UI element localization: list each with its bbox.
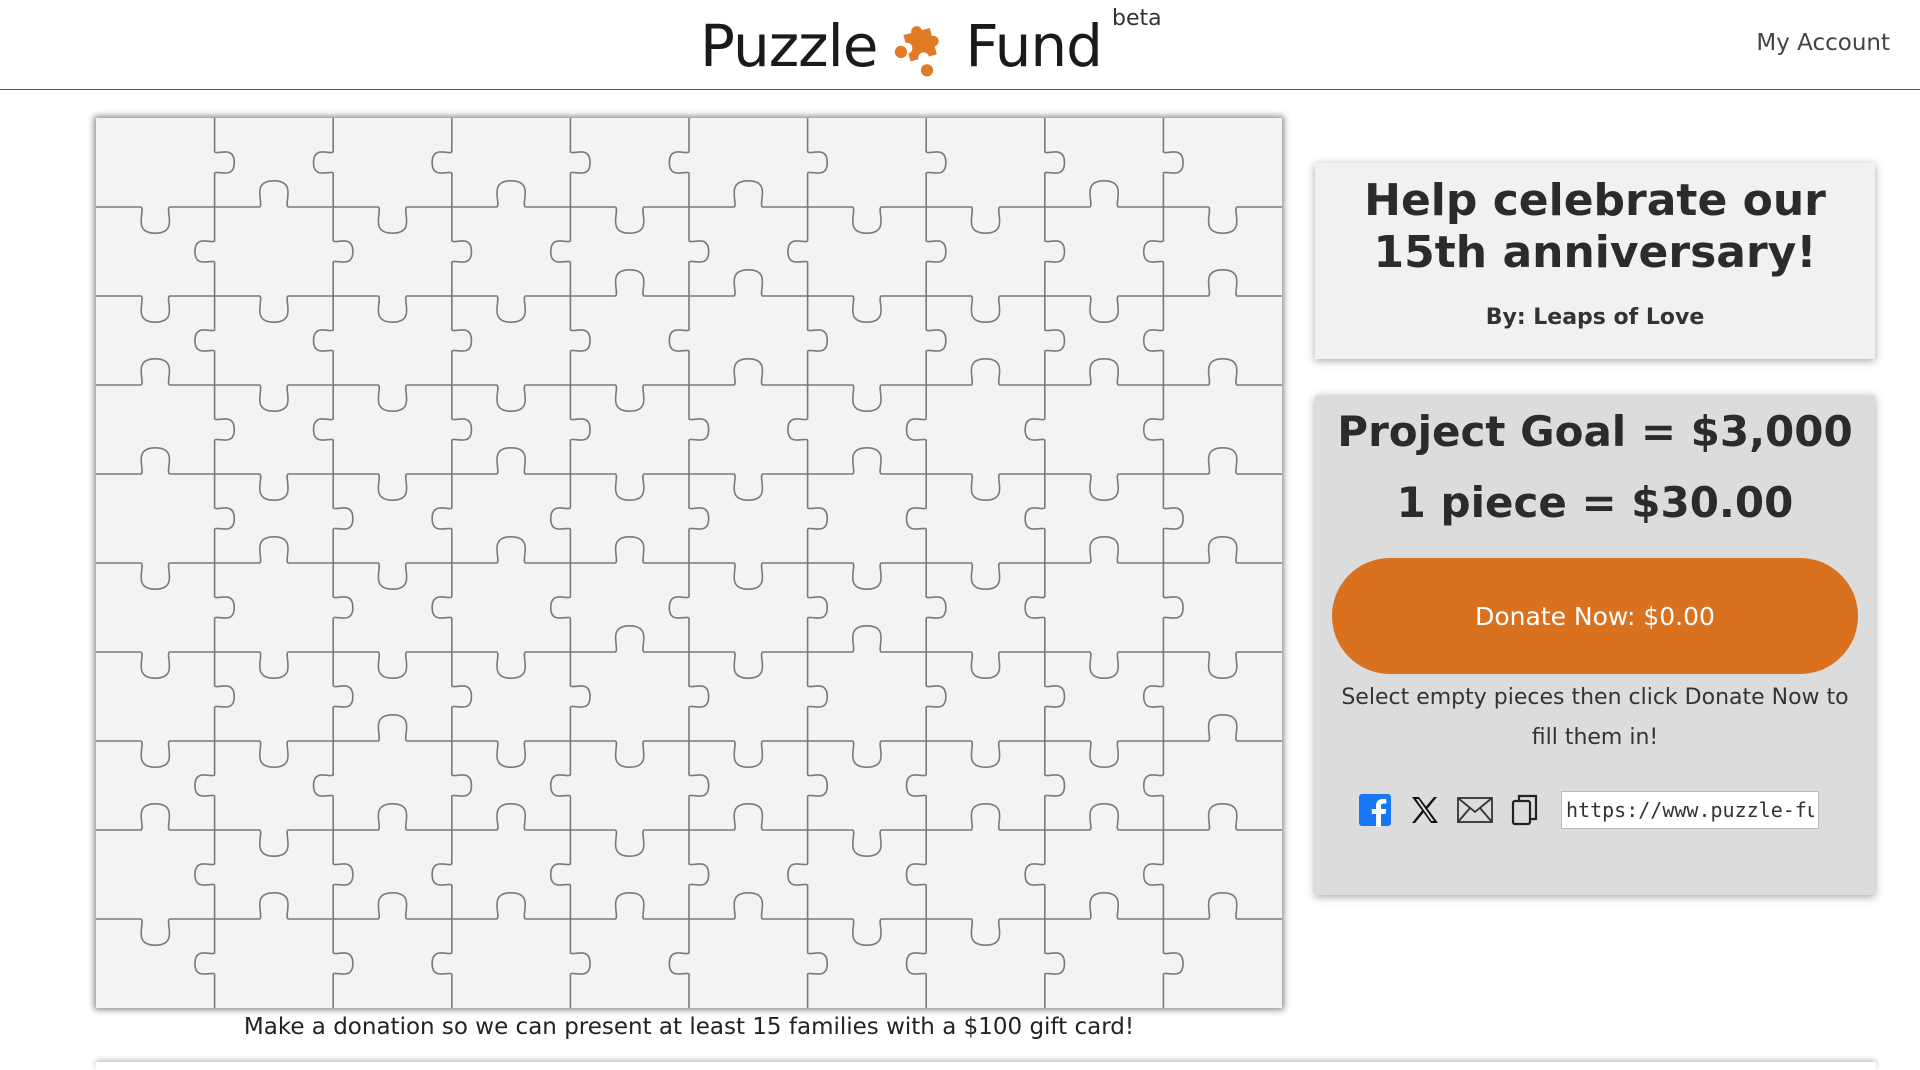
logo-text-fund: Fund <box>965 12 1103 80</box>
share-url-field[interactable] <box>1561 791 1819 829</box>
piece-price: 1 piece = $30.00 <box>1396 478 1794 527</box>
puzzle-grid[interactable] <box>96 118 1282 1008</box>
project-title-panel: Help celebrate our 15th anniversary! By:… <box>1315 163 1875 359</box>
project-title: Help celebrate our 15th anniversary! <box>1364 175 1826 278</box>
facebook-icon[interactable] <box>1357 792 1393 828</box>
donation-panel: Project Goal = $3,000 1 piece = $30.00 D… <box>1315 395 1875 895</box>
beta-badge: beta <box>1112 6 1162 31</box>
email-icon[interactable] <box>1457 792 1493 828</box>
puzzle-piece-logo-icon <box>895 26 940 77</box>
donate-instructions: Select empty pieces then click Donate No… <box>1341 685 1849 750</box>
project-byline: By: Leaps of Love <box>1485 305 1705 330</box>
next-section-edge <box>96 1062 1876 1070</box>
puzzle-piece-outlines[interactable] <box>96 118 1282 1008</box>
my-account-link[interactable]: My Account <box>1756 30 1890 56</box>
donate-now-button[interactable]: Donate Now: $0.00 <box>1332 558 1858 674</box>
project-goal: Project Goal = $3,000 <box>1337 407 1853 456</box>
puzzle-board[interactable] <box>96 118 1282 1008</box>
share-row <box>1357 790 1819 830</box>
site-header: Puzzle Fund beta My Account <box>0 0 1920 90</box>
copy-icon[interactable] <box>1507 792 1543 828</box>
site-logo[interactable]: Puzzle Fund beta <box>700 6 1162 86</box>
project-description: Make a donation so we can present at lea… <box>243 1014 1135 1040</box>
x-icon[interactable] <box>1407 792 1443 828</box>
logo-text-puzzle: Puzzle <box>700 12 878 80</box>
